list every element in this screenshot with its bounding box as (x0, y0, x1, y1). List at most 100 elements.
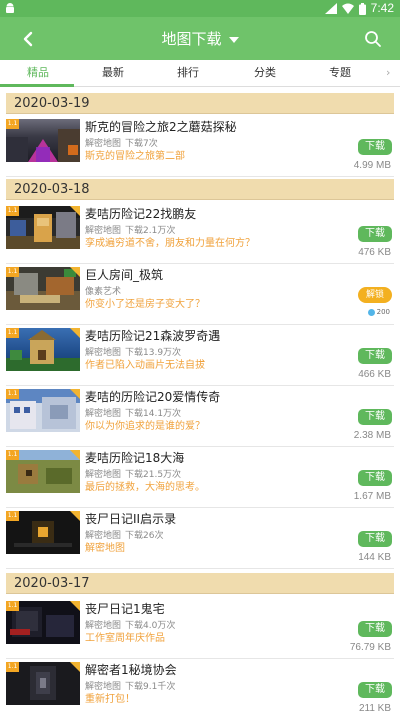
file-size: 466 KB (358, 369, 391, 380)
map-description: 最后的拯救，大海的思考。 (85, 482, 205, 493)
map-title: 丧尸日记II启示录 (85, 512, 177, 526)
file-size: 1.67 MB (353, 491, 391, 502)
file-size: 476 KB (358, 247, 391, 258)
map-meta: 解密地图 下载21.5万次 (85, 470, 182, 480)
battery-icon (358, 2, 366, 15)
version-badge: 1.1 (6, 601, 19, 611)
map-meta: 像素艺术 (85, 287, 122, 297)
map-title: 丧尸日记1鬼宅 (85, 602, 165, 616)
date-header: 2020-03-17 (6, 573, 394, 594)
version-badge: 1.1 (6, 389, 19, 399)
download-button[interactable]: 下载 (358, 139, 392, 155)
map-description: 斯克的冒险之旅第二部 (85, 151, 185, 162)
file-size: 211 KB (358, 703, 391, 711)
download-button[interactable]: 下载 (358, 621, 392, 637)
map-description: 解密地图 (85, 543, 125, 554)
wifi-icon (341, 3, 354, 14)
active-tab-indicator (0, 84, 74, 87)
map-meta: 解密地图 下载13.9万次 (85, 348, 182, 358)
caret-down-icon (228, 36, 239, 43)
file-size: 2.38 MB (353, 430, 391, 441)
map-description: 工作室周年庆作品 (85, 633, 165, 644)
map-description: 重新打包！ (85, 694, 135, 705)
featured-corner-icon (70, 662, 80, 672)
date-header: 2020-03-19 (6, 93, 394, 114)
featured-corner-icon (70, 206, 80, 216)
map-meta: 解密地图 下载7次 (85, 139, 158, 149)
date-header: 2020-03-18 (6, 179, 394, 200)
file-size: 4.99 MB (353, 160, 391, 171)
tab-latest[interactable]: 最新 (75, 60, 151, 87)
list-item[interactable]: 1.1 麦咭的历险记20爱情传奇 解密地图 下载14.1万次 你以为你追求的是谁的… (6, 386, 394, 447)
featured-corner-icon (70, 389, 80, 399)
map-description: 孪成遍穷道不舍，朋友和力量在何方？ (85, 238, 255, 249)
version-badge: 1.1 (6, 511, 19, 521)
featured-corner-icon (70, 328, 80, 338)
search-icon (365, 31, 381, 47)
app-bar: 地图下载 (0, 17, 400, 60)
tab-topics[interactable]: 专题 (302, 60, 378, 87)
signal-icon (324, 3, 337, 14)
featured-corner-icon (70, 267, 80, 277)
version-badge: 1.1 (6, 662, 19, 672)
tab-category[interactable]: 分类 (227, 60, 303, 87)
page-title: 地图下载 (161, 30, 222, 48)
map-thumbnail: 1.1 (6, 206, 80, 249)
version-badge: 1.1 (6, 328, 19, 338)
download-button[interactable]: 下载 (358, 348, 392, 364)
map-thumbnail: 1.1 (6, 389, 80, 432)
map-thumbnail: 1.1 (6, 511, 80, 554)
android-icon (6, 3, 14, 13)
list-item[interactable]: 1.1 麦咭历险记21森波罗奇遇 解密地图 下载13.9万次 作者已陷入动画片无法… (6, 325, 394, 386)
file-size: 76.79 KB (349, 642, 391, 653)
map-meta: 解密地图 下载2.1万次 (85, 226, 176, 236)
tab-featured[interactable]: 精品 (0, 60, 76, 87)
download-button[interactable]: 下载 (358, 470, 392, 486)
map-thumbnail: 1.1 (6, 267, 80, 310)
map-description: 你变小了还是房子变大了？ (85, 299, 205, 310)
back-button[interactable] (14, 26, 42, 52)
title-dropdown[interactable]: 地图下载 (150, 17, 250, 60)
map-description: 作者已陷入动画片无法自拔 (85, 360, 205, 371)
featured-corner-icon (70, 450, 80, 460)
version-badge: 1.1 (6, 450, 19, 460)
map-title: 麦咭历险记22找鹏友 (85, 207, 197, 221)
map-title: 麦咭历险记18大海 (85, 451, 185, 465)
download-button[interactable]: 下载 (358, 531, 392, 547)
map-meta: 解密地图 下载9.1千次 (85, 682, 176, 692)
map-thumbnail: 1.1 (6, 119, 80, 162)
back-arrow-icon (23, 31, 33, 47)
category-tabs: 精品 最新 排行 分类 专题 › (0, 60, 400, 87)
featured-corner-icon (70, 511, 80, 521)
list-item[interactable]: 1.1 巨人房间_极筑 像素艺术 你变小了还是房子变大了？ 解锁 200 (6, 264, 394, 325)
featured-corner-icon (70, 601, 80, 611)
map-thumbnail: 1.1 (6, 662, 80, 705)
search-button[interactable] (360, 26, 386, 52)
list-item[interactable]: 1.1 斯克的冒险之旅2之蘑菇探秘 解密地图 下载7次 斯克的冒险之旅第二部 下载… (6, 116, 394, 177)
list-item[interactable]: 1.1 麦咭历险记22找鹏友 解密地图 下载2.1万次 孪成遍穷道不舍，朋友和力量… (6, 203, 394, 264)
map-meta: 解密地图 下载4.0万次 (85, 621, 176, 631)
chevron-right-icon[interactable]: › (386, 67, 396, 79)
file-size: 144 KB (358, 552, 391, 563)
version-badge: 1.1 (6, 267, 19, 277)
map-thumbnail: 1.1 (6, 328, 80, 371)
download-button[interactable]: 下载 (358, 226, 392, 242)
list-item[interactable]: 1.1 丧尸日记1鬼宅 解密地图 下载4.0万次 工作室周年庆作品 下载 76.7… (6, 598, 394, 659)
map-meta: 解密地图 下载26次 (85, 531, 164, 541)
list-item[interactable]: 1.1 丧尸日记II启示录 解密地图 下载26次 解密地图 下载 144 KB (6, 508, 394, 569)
version-badge: 1.1 (6, 119, 19, 129)
list-item[interactable]: 1.1 解密者1秘境协会 解密地图 下载9.1千次 重新打包！ 下载 211 KB (6, 659, 394, 711)
list-item[interactable]: 1.1 麦咭历险记18大海 解密地图 下载21.5万次 最后的拯救，大海的思考。 … (6, 447, 394, 508)
status-bar: 7:42 (0, 0, 400, 17)
tab-ranking[interactable]: 排行 (150, 60, 226, 87)
download-button[interactable]: 下载 (358, 682, 392, 698)
map-description: 你以为你追求的是谁的爱？ (85, 421, 205, 432)
map-thumbnail: 1.1 (6, 601, 80, 644)
map-title: 解密者1秘境协会 (85, 663, 177, 677)
map-meta: 解密地图 下载14.1万次 (85, 409, 182, 419)
status-time: 7:42 (370, 1, 394, 15)
unlock-button[interactable]: 解锁 (358, 287, 392, 303)
download-button[interactable]: 下载 (358, 409, 392, 425)
map-thumbnail: 1.1 (6, 450, 80, 493)
map-title: 巨人房间_极筑 (85, 268, 164, 282)
